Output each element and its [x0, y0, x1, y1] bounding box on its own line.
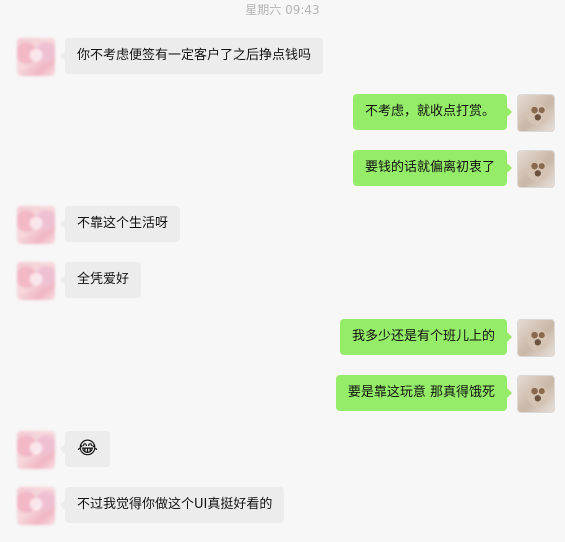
message-bubble[interactable]: 不靠这个生活呀	[59, 206, 181, 242]
user-avatar[interactable]	[517, 319, 555, 357]
contact-avatar[interactable]	[17, 38, 55, 76]
emoji-message-bubble[interactable]: 😂	[59, 431, 111, 467]
contact-avatar[interactable]	[17, 206, 55, 244]
message-row: 我多少还是有个班儿上的	[330, 319, 555, 357]
user-avatar[interactable]	[517, 94, 555, 132]
message-row: 你不考虑便签有一定客户了之后挣点钱吗	[17, 38, 333, 76]
message-row: 😂	[17, 431, 120, 469]
message-bubble[interactable]: 我多少还是有个班儿上的	[339, 319, 513, 355]
message-row: 要是靠这玩意 那真得饿死	[326, 375, 555, 413]
message-row: 全凭爱好	[17, 262, 151, 300]
chat-window: 星期六 09:43 你不考虑便签有一定客户了之后挣点钱吗 不考虑，就收点打赏。 …	[0, 0, 565, 542]
contact-avatar[interactable]	[17, 431, 55, 469]
message-bubble[interactable]: 全凭爱好	[59, 262, 142, 298]
message-bubble[interactable]: 不过我觉得你做这个UI真挺好看的	[59, 487, 285, 523]
user-avatar[interactable]	[517, 150, 555, 188]
message-bubble[interactable]: 要钱的话就偏离初衷了	[352, 150, 513, 186]
message-bubble[interactable]: 要是靠这玩意 那真得饿死	[335, 375, 513, 411]
message-row: 不靠这个生活呀	[17, 206, 190, 244]
contact-avatar[interactable]	[17, 262, 55, 300]
contact-avatar[interactable]	[17, 487, 55, 525]
message-bubble[interactable]: 不考虑，就收点打赏。	[352, 94, 513, 130]
message-row: 不考虑，就收点打赏。	[343, 94, 555, 132]
message-bubble[interactable]: 你不考虑便签有一定客户了之后挣点钱吗	[59, 38, 324, 74]
timestamp: 星期六 09:43	[245, 3, 320, 17]
message-row: 不过我觉得你做这个UI真挺好看的	[17, 487, 294, 525]
message-row: 要钱的话就偏离初衷了	[343, 150, 555, 188]
user-avatar[interactable]	[517, 375, 555, 413]
